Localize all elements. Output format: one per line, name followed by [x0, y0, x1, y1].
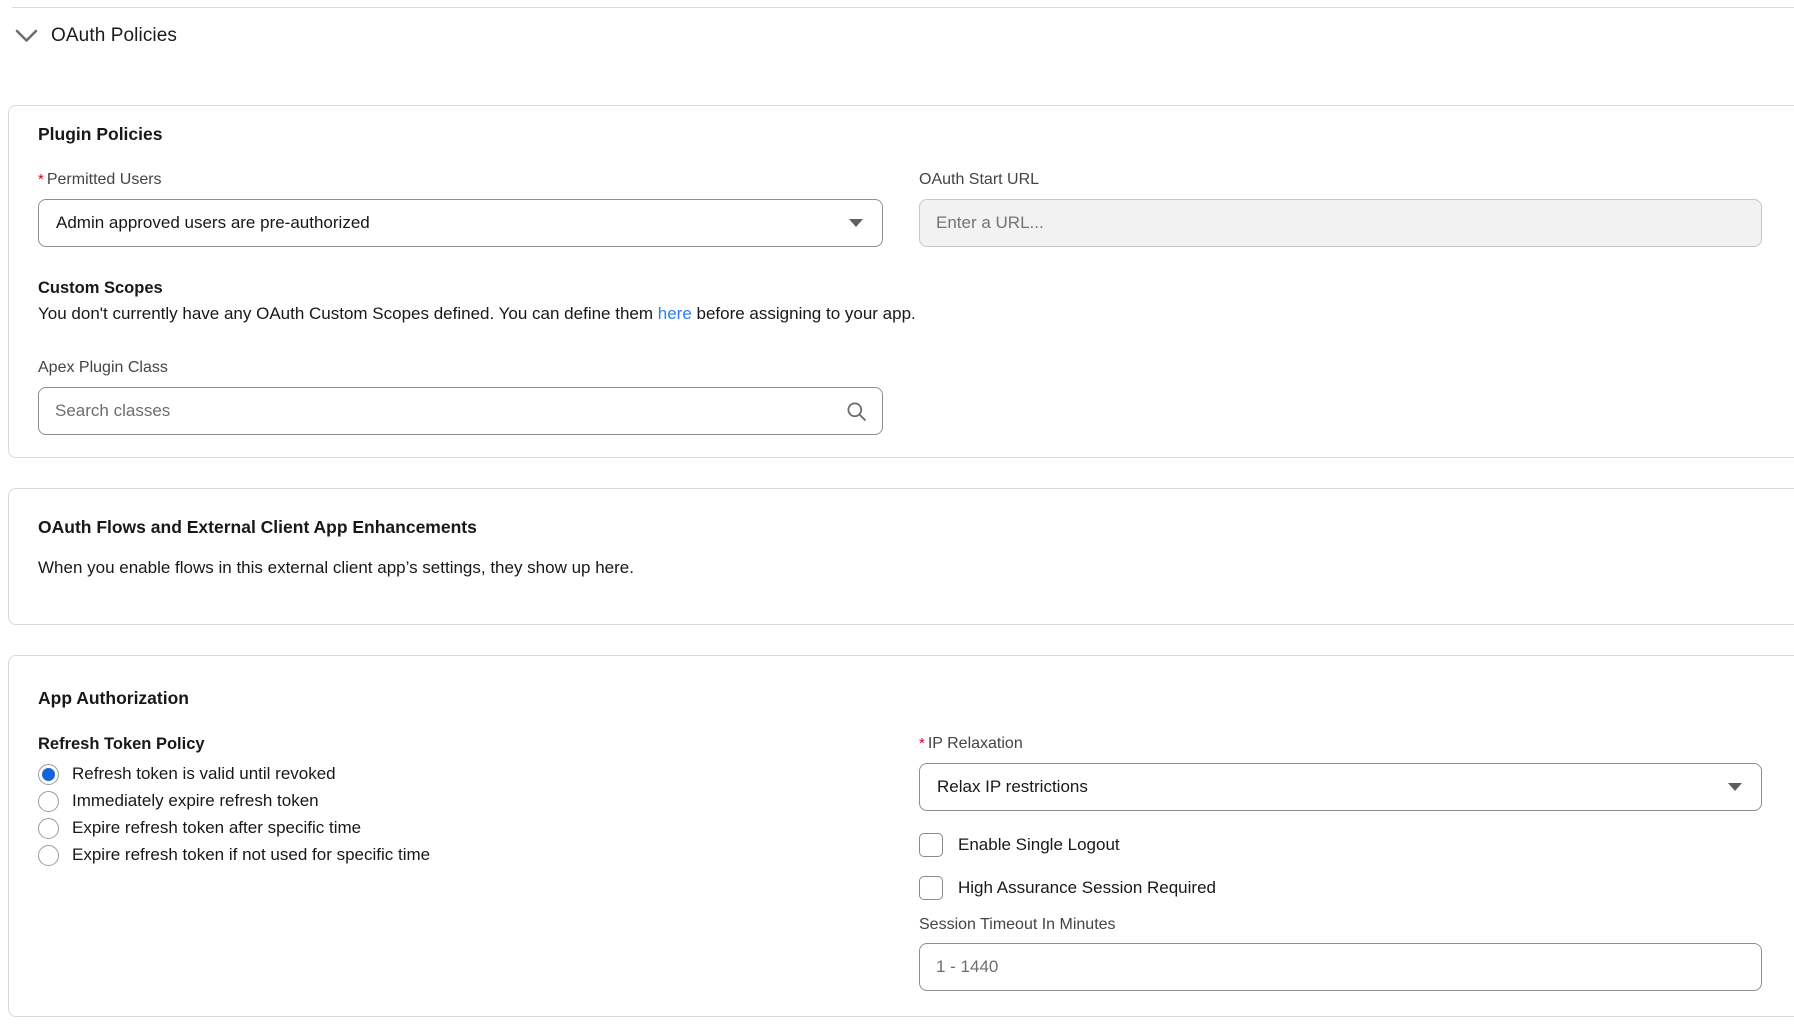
ip-relaxation-label: *IP Relaxation	[919, 734, 1762, 754]
plugin-policies-title: Plugin Policies	[38, 123, 1794, 145]
session-timeout-input[interactable]	[919, 943, 1762, 991]
app-authorization-right-column: *IP Relaxation Relax IP restrictions Ena…	[919, 734, 1762, 991]
refresh-token-policy-label: Refresh Token Policy	[38, 734, 883, 754]
enable-single-logout-checkbox-row[interactable]: Enable Single Logout	[919, 833, 1762, 857]
apex-plugin-class-field: Apex Plugin Class	[38, 358, 1794, 435]
refresh-token-policy-radio-list: Refresh token is valid until revoked Imm…	[38, 763, 883, 866]
radio-input[interactable]	[38, 764, 59, 785]
radio-expire-refresh-token-if-not-used[interactable]: Expire refresh token if not used for spe…	[38, 844, 883, 866]
dropdown-caret-icon	[1728, 783, 1742, 791]
refresh-token-policy-group: Refresh Token Policy Refresh token is va…	[38, 734, 883, 991]
permitted-users-field: *Permitted Users Admin approved users ar…	[38, 170, 883, 247]
radio-input[interactable]	[38, 791, 59, 812]
plugin-policies-card: Plugin Policies *Permitted Users Admin a…	[8, 105, 1794, 458]
oauth-start-url-input[interactable]	[919, 199, 1762, 247]
radio-refresh-token-valid-until-revoked[interactable]: Refresh token is valid until revoked	[38, 763, 883, 785]
radio-expire-refresh-token-after-specific-time[interactable]: Expire refresh token after specific time	[38, 817, 883, 839]
dropdown-caret-icon	[849, 219, 863, 227]
radio-input[interactable]	[38, 818, 59, 839]
oauth-policies-section-header[interactable]: OAuth Policies	[15, 25, 177, 47]
chevron-down-icon[interactable]	[15, 29, 38, 43]
enable-single-logout-checkbox[interactable]	[919, 833, 943, 857]
apex-plugin-class-label: Apex Plugin Class	[38, 358, 1794, 378]
custom-scopes-block: Custom Scopes You don't currently have a…	[38, 278, 1794, 324]
radio-input[interactable]	[38, 845, 59, 866]
section-title: OAuth Policies	[51, 25, 177, 47]
permitted-users-label: *Permitted Users	[38, 170, 883, 190]
required-asterisk: *	[38, 171, 44, 188]
high-assurance-session-checkbox[interactable]	[919, 876, 943, 900]
custom-scopes-title: Custom Scopes	[38, 278, 1794, 298]
app-authorization-card: App Authorization Refresh Token Policy R…	[8, 655, 1794, 1017]
radio-immediately-expire-refresh-token[interactable]: Immediately expire refresh token	[38, 790, 883, 812]
app-authorization-title: App Authorization	[38, 687, 1794, 709]
apex-plugin-class-search-input[interactable]	[38, 387, 883, 435]
session-timeout-label: Session Timeout In Minutes	[919, 915, 1762, 935]
oauth-flows-title: OAuth Flows and External Client App Enha…	[38, 516, 1794, 538]
required-asterisk: *	[919, 735, 925, 752]
oauth-policies-page: OAuth Policies Plugin Policies *Permitte…	[0, 0, 1794, 1030]
permitted-users-value: Admin approved users are pre-authorized	[56, 213, 370, 233]
permitted-users-combobox[interactable]: Admin approved users are pre-authorized	[38, 199, 883, 247]
oauth-start-url-field: OAuth Start URL	[919, 170, 1762, 247]
custom-scopes-text: You don't currently have any OAuth Custo…	[38, 303, 1794, 324]
ip-relaxation-value: Relax IP restrictions	[937, 777, 1088, 797]
oauth-start-url-label: OAuth Start URL	[919, 170, 1762, 190]
custom-scopes-here-link[interactable]: here	[658, 304, 692, 323]
oauth-flows-description: When you enable flows in this external c…	[38, 557, 1794, 579]
top-divider	[12, 7, 1794, 8]
ip-relaxation-combobox[interactable]: Relax IP restrictions	[919, 763, 1762, 811]
oauth-flows-card: OAuth Flows and External Client App Enha…	[8, 488, 1794, 625]
high-assurance-session-checkbox-row[interactable]: High Assurance Session Required	[919, 876, 1762, 900]
